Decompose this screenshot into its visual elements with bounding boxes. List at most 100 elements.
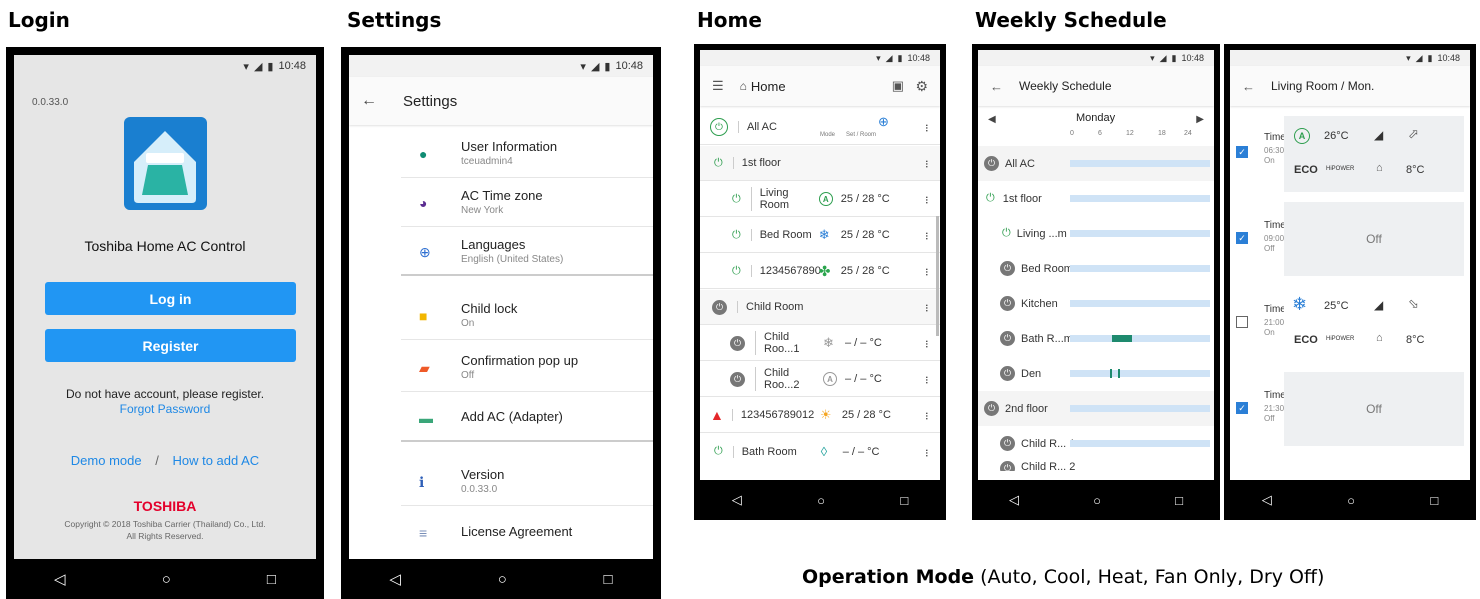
time-slot-3[interactable]: Time 3 21:00 On ❄ 25°C ◢ ⬂ ECO HiPOWER ⌂…	[1230, 286, 1470, 362]
calendar-icon[interactable]: ▣	[892, 78, 904, 94]
slot-off[interactable]: Off	[1284, 372, 1464, 446]
power-off-icon[interactable]: ⏻	[1000, 331, 1015, 346]
recents-nav-icon[interactable]: □	[1175, 493, 1183, 508]
time-slot-1[interactable]: ✓ Time 1 06:30 On A 26°C ◢ ⬀ ECO HiPOWER…	[1230, 116, 1470, 192]
power-off-icon[interactable]: ⏻	[1000, 461, 1015, 471]
power-icon[interactable]: ⏻	[714, 157, 723, 170]
time-slot-2[interactable]: ✓ Time 2 09:00 Off Off	[1230, 202, 1470, 276]
checkbox-checked-icon[interactable]: ✓	[1236, 232, 1248, 244]
back-nav-icon[interactable]: ◁	[1009, 492, 1019, 508]
power-off-icon[interactable]: ⏻	[730, 335, 745, 351]
list-item-1st-floor[interactable]: ⏻ 1st floor ···	[700, 146, 940, 181]
recents-nav-icon[interactable]: □	[900, 493, 908, 508]
checkbox-unchecked-icon[interactable]	[1236, 316, 1248, 328]
more-icon[interactable]: ···	[920, 448, 936, 456]
forgot-password-link[interactable]: Forgot Password	[14, 402, 316, 416]
scrollbar[interactable]	[936, 216, 939, 336]
checkbox-checked-icon[interactable]: ✓	[1236, 146, 1248, 158]
next-day-icon[interactable]: ▶	[1196, 114, 1204, 125]
recents-nav-icon[interactable]: □	[1430, 493, 1438, 508]
schedule-row-bath-room[interactable]: ⏻ Bath R...m	[978, 321, 1214, 356]
back-nav-icon[interactable]: ◁	[389, 570, 401, 588]
slot-off[interactable]: Off	[1284, 202, 1464, 276]
schedule-row-2nd-floor[interactable]: ⏻ 2nd floor	[978, 391, 1214, 426]
more-icon[interactable]: ···	[920, 231, 936, 239]
power-icon[interactable]: ⏻	[710, 118, 728, 136]
register-button[interactable]: Register	[45, 329, 296, 362]
list-item-bed-room[interactable]: ⏻ Bed Room ❄ 25 / 28 °C ···	[700, 218, 940, 253]
power-icon[interactable]: ⏻	[714, 445, 723, 458]
list-item-child-room[interactable]: ⏻ Child Room ···	[700, 290, 940, 325]
home-nav-icon[interactable]: ○	[1347, 493, 1355, 508]
setting-languages[interactable]: ⊕ Languages English (United States)	[401, 227, 653, 276]
back-nav-icon[interactable]: ◁	[54, 570, 66, 588]
schedule-row-den[interactable]: ⏻ Den	[978, 356, 1214, 391]
more-icon[interactable]: ···	[920, 159, 936, 167]
more-icon[interactable]: ···	[920, 267, 936, 275]
warning-icon[interactable]: ▲	[710, 407, 724, 423]
how-to-add-link[interactable]: How to add AC	[172, 453, 259, 468]
recents-nav-icon[interactable]: □	[267, 571, 276, 588]
back-nav-icon[interactable]: ◁	[1262, 492, 1272, 508]
add-ac-icon[interactable]: ⊕	[878, 114, 889, 130]
back-nav-icon[interactable]: ◁	[732, 492, 742, 508]
home-nav-icon[interactable]: ○	[498, 571, 507, 588]
list-item-all-ac[interactable]: ⏻ All AC Mode Set / Room ⊕ ···	[700, 110, 940, 145]
list-item-child-room-2[interactable]: ⏻ Child Roo...2 A – / – °C ···	[700, 362, 940, 397]
checkbox-checked-icon[interactable]: ✓	[1236, 402, 1248, 414]
slot-settings[interactable]: ❄ 25°C ◢ ⬂ ECO HiPOWER ⌂ 8°C	[1284, 286, 1464, 362]
power-off-icon[interactable]: ⏻	[1000, 261, 1015, 276]
setting-version[interactable]: ℹ Version 0.0.33.0	[401, 457, 653, 506]
timer-block[interactable]	[1112, 335, 1132, 342]
schedule-row-bed-room[interactable]: ⏻ Bed Room	[978, 251, 1214, 286]
more-icon[interactable]: ···	[920, 303, 936, 311]
power-off-icon[interactable]: ⏻	[984, 156, 999, 171]
more-icon[interactable]: ···	[920, 375, 936, 383]
login-button[interactable]: Log in	[45, 282, 296, 315]
schedule-row-kitchen[interactable]: ⏻ Kitchen	[978, 286, 1214, 321]
power-icon[interactable]: ⏻	[1002, 227, 1011, 240]
power-icon[interactable]: ⏻	[732, 229, 741, 242]
setting-add-ac[interactable]: ▬ Add AC (Adapter)	[401, 393, 653, 442]
power-off-icon[interactable]: ⏻	[712, 299, 727, 315]
power-icon[interactable]: ⏻	[732, 193, 741, 206]
setting-license[interactable]: ≡ License Agreement	[401, 507, 653, 556]
more-icon[interactable]: ···	[920, 411, 936, 419]
more-icon[interactable]: ···	[920, 195, 936, 203]
list-item-bath-room[interactable]: ⏻ Bath Room ◊ – / – °C ···	[700, 434, 940, 469]
power-off-icon[interactable]: ⏻	[984, 401, 999, 416]
power-off-icon[interactable]: ⏻	[1000, 296, 1015, 311]
back-arrow-icon[interactable]: ←	[990, 79, 1003, 94]
menu-icon[interactable]: ☰	[712, 78, 724, 94]
more-icon[interactable]: ···	[920, 339, 936, 347]
demo-mode-link[interactable]: Demo mode	[71, 453, 142, 468]
setting-user-information[interactable]: ● User Information tceuadmin4	[401, 129, 653, 178]
schedule-row-1st-floor[interactable]: ⏻ 1st floor	[978, 181, 1214, 216]
schedule-row-living-room[interactable]: ⏻ Living ...m	[978, 216, 1214, 251]
power-off-icon[interactable]: ⏻	[1000, 366, 1015, 381]
back-arrow-icon[interactable]: ←	[1242, 79, 1255, 94]
schedule-row-child-1[interactable]: ⏻ Child R... 1	[978, 426, 1214, 461]
timer-block[interactable]	[1110, 369, 1120, 378]
power-off-icon[interactable]: ⏻	[1000, 436, 1015, 451]
time-slot-4[interactable]: ✓ Time 4 21:30 Off Off	[1230, 372, 1470, 446]
schedule-row-all-ac[interactable]: ⏻ All AC	[978, 146, 1214, 181]
home-nav-icon[interactable]: ○	[817, 493, 825, 508]
power-icon[interactable]: ⏻	[986, 192, 995, 205]
setting-confirmation-popup[interactable]: ▰ Confirmation pop up Off	[401, 343, 653, 392]
power-icon[interactable]: ⏻	[732, 265, 741, 278]
power-off-icon[interactable]: ⏻	[730, 371, 745, 387]
back-arrow-icon[interactable]: ←	[361, 92, 377, 110]
recents-nav-icon[interactable]: □	[604, 571, 613, 588]
list-item-123456789012[interactable]: ▲ 123456789012 ☀ 25 / 28 °C ···	[700, 398, 940, 433]
list-item-living-room[interactable]: ⏻ Living Room A 25 / 28 °C ···	[700, 182, 940, 217]
prev-day-icon[interactable]: ◀	[988, 114, 996, 125]
list-item-1234567890[interactable]: ⏻ 1234567890 ✤ 25 / 28 °C ···	[700, 254, 940, 289]
setting-time-zone[interactable]: ◕ AC Time zone New York	[401, 178, 653, 227]
list-item-child-room-1[interactable]: ⏻ Child Roo...1 ❄ – / – °C ···	[700, 326, 940, 361]
home-nav-icon[interactable]: ○	[162, 571, 171, 588]
home-nav-icon[interactable]: ○	[1093, 493, 1101, 508]
setting-child-lock[interactable]: ■ Child lock On	[401, 291, 653, 340]
gear-icon[interactable]: ⚙	[915, 78, 928, 95]
schedule-row-child-2[interactable]: ⏻ Child R... 2	[978, 461, 1214, 471]
